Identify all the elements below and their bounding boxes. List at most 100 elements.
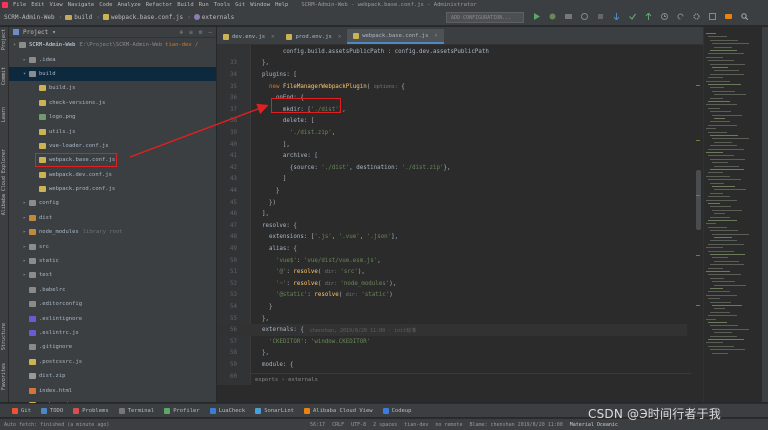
code-line[interactable]: 54 } [217, 301, 687, 313]
tree-file[interactable]: check-versions.js [9, 96, 216, 110]
menu-run[interactable]: Run [199, 2, 209, 8]
tree-file[interactable]: .eslintignore [9, 311, 216, 325]
profile-icon[interactable] [581, 13, 588, 20]
menu-view[interactable]: View [50, 2, 63, 8]
breadcrumb-project[interactable]: SCRM-Admin-Web › [4, 14, 62, 21]
tree-file[interactable]: vue-loader.conf.js [9, 139, 216, 153]
vertical-scrollbar[interactable] [693, 45, 703, 385]
tree-folder[interactable]: ▾ build [9, 66, 216, 82]
code-line[interactable]: 35 new FileManagerWebpackPlugin( options… [217, 81, 687, 93]
git-remote[interactable]: no remote [435, 422, 462, 428]
tool-window-project[interactable]: Project [1, 29, 7, 50]
gear-icon[interactable]: ⚙ [199, 29, 203, 36]
debug-icon[interactable] [549, 13, 556, 20]
code-line[interactable]: 58 }, [217, 348, 687, 360]
git-push-icon[interactable] [645, 12, 652, 20]
theme-name[interactable]: Material Oceanic [570, 422, 618, 428]
tree-folder[interactable]: ▸ dist [9, 211, 216, 225]
menu-file[interactable]: File [13, 2, 26, 8]
status-message[interactable]: Auto fetch: finished (a minute ago) [4, 422, 109, 428]
rollback-icon[interactable] [677, 13, 684, 20]
code-line[interactable]: 57 'CKEDITOR': 'window.CKEDITOR' [217, 336, 687, 348]
coverage-icon[interactable] [565, 13, 572, 20]
tool-window-favorites[interactable]: Favorites [1, 363, 7, 390]
blame-info[interactable]: Blame: chenshan 2019/8/20 11:00 [469, 422, 562, 428]
tree-file[interactable]: logo.png [9, 110, 216, 124]
history-icon[interactable] [661, 13, 668, 20]
tool-window-learn[interactable]: Learn [1, 107, 7, 122]
menu-git[interactable]: Git [235, 2, 245, 8]
tool-window-tab-sonarlint[interactable]: SonarLint [255, 407, 294, 414]
tool-window-tab-problems[interactable]: Problems [73, 407, 109, 414]
tool-window-tab-todo[interactable]: TODO [40, 407, 63, 414]
tree-file[interactable]: index.html [9, 383, 216, 397]
code-line[interactable]: 59 module: { [217, 359, 687, 371]
code-line[interactable]: 39 './dist.zip', [217, 127, 687, 139]
code-line[interactable]: 34 plugins: [ [217, 69, 687, 81]
editor-breadcrumb[interactable]: exports › externals [251, 373, 691, 385]
code-editor[interactable]: config.build.assetsPublicPath : config.d… [217, 45, 703, 385]
close-icon[interactable]: × [338, 34, 341, 40]
code-line[interactable]: 33 }, [217, 58, 687, 70]
caret-position[interactable]: 56:17 [310, 422, 325, 428]
code-line[interactable]: 47 resolve: { [217, 220, 687, 232]
menu-analyze[interactable]: Analyze [118, 2, 141, 8]
breadcrumb-build[interactable]: build › [65, 14, 100, 21]
tree-folder[interactable]: ▸ test [9, 268, 216, 282]
locate-icon[interactable]: ⊕ [180, 29, 184, 36]
tree-folder[interactable]: ▾ SCRM-Admin-Web E:\Project\SCRM-Admin-Web… [9, 38, 216, 52]
code-line[interactable]: 52 '~': resolve( dir: 'node_modules'), [217, 278, 687, 290]
close-icon[interactable]: × [434, 33, 437, 39]
menu-help[interactable]: Help [275, 2, 288, 8]
tree-file[interactable]: utils.js [9, 124, 216, 138]
tool-window-tab-profiler[interactable]: Profiler [164, 407, 200, 414]
tree-folder[interactable]: ▸ src [9, 239, 216, 253]
stop-icon[interactable] [597, 13, 604, 20]
git-update-icon[interactable] [613, 13, 620, 21]
tree-file[interactable]: .postcssrc.js [9, 355, 216, 369]
code-line[interactable]: 44 } [217, 185, 687, 197]
tab-prod-env-js[interactable]: prod.env.js × [280, 29, 347, 44]
code-line[interactable]: 45 }) [217, 197, 687, 209]
file-encoding[interactable]: UTF-8 [351, 422, 366, 428]
menu-code[interactable]: Code [99, 2, 112, 8]
tree-file[interactable]: .editorconfig [9, 297, 216, 311]
tree-folder[interactable]: ▸ config [9, 196, 216, 210]
menu-window[interactable]: Window [250, 2, 270, 8]
tree-folder[interactable]: ▸ static [9, 254, 216, 268]
tree-file[interactable]: .eslintrc.js [9, 326, 216, 340]
scrollbar-marker[interactable] [696, 140, 700, 141]
scrollbar-marker[interactable] [696, 85, 700, 86]
git-branch[interactable]: tian-dev [404, 422, 428, 428]
tool-window-tab-alibaba-cloud-view[interactable]: Alibaba Cloud View [304, 407, 373, 414]
code-line[interactable]: config.build.assetsPublicPath : config.d… [217, 46, 687, 58]
tree-file[interactable]: webpack.prod.conf.js [9, 182, 216, 196]
tree-file[interactable]: dist.zip [9, 369, 216, 383]
tool-window-structure[interactable]: Structure [1, 323, 7, 350]
tool-window-tab-codeup[interactable]: Codeup [382, 407, 411, 414]
project-view-select[interactable]: Project [23, 29, 48, 36]
line-separator[interactable]: CRLF [332, 422, 344, 428]
tree-folder[interactable]: ▸ .idea [9, 52, 216, 66]
close-icon[interactable]: × [271, 34, 274, 40]
alibaba-cloud-icon[interactable] [725, 13, 732, 20]
breadcrumb-file[interactable]: webpack.base.conf.js › [102, 14, 191, 21]
tool-window-tab-luacheck[interactable]: LuaCheck [209, 407, 245, 414]
scrollbar-marker[interactable] [696, 305, 700, 306]
code-line[interactable]: 51 '@': resolve( dir: 'src'), [217, 266, 687, 278]
breadcrumb-symbol[interactable]: externals [193, 14, 234, 21]
code-line[interactable]: 38 delete: [ [217, 116, 687, 128]
tree-folder[interactable]: ▸ node_modules library root [9, 225, 216, 239]
code-line[interactable]: 43 ] [217, 174, 687, 186]
menu-navigate[interactable]: Navigate [68, 2, 95, 8]
code-line[interactable]: 48 extensions: ['.js', '.vue', '.json'], [217, 232, 687, 244]
code-line[interactable]: 49 alias: { [217, 243, 687, 255]
menu-refactor[interactable]: Refactor [146, 2, 173, 8]
code-line[interactable]: 40 ], [217, 139, 687, 151]
run-configuration-select[interactable]: ADD CONFIGURATION... [446, 12, 524, 23]
scrollbar-marker[interactable] [696, 255, 700, 256]
tool-window-tab-git[interactable]: Git [12, 407, 31, 414]
tree-file[interactable]: webpack.dev.conf.js [9, 168, 216, 182]
tool-window-commit[interactable]: Commit [1, 67, 7, 85]
settings-icon[interactable] [693, 13, 700, 20]
